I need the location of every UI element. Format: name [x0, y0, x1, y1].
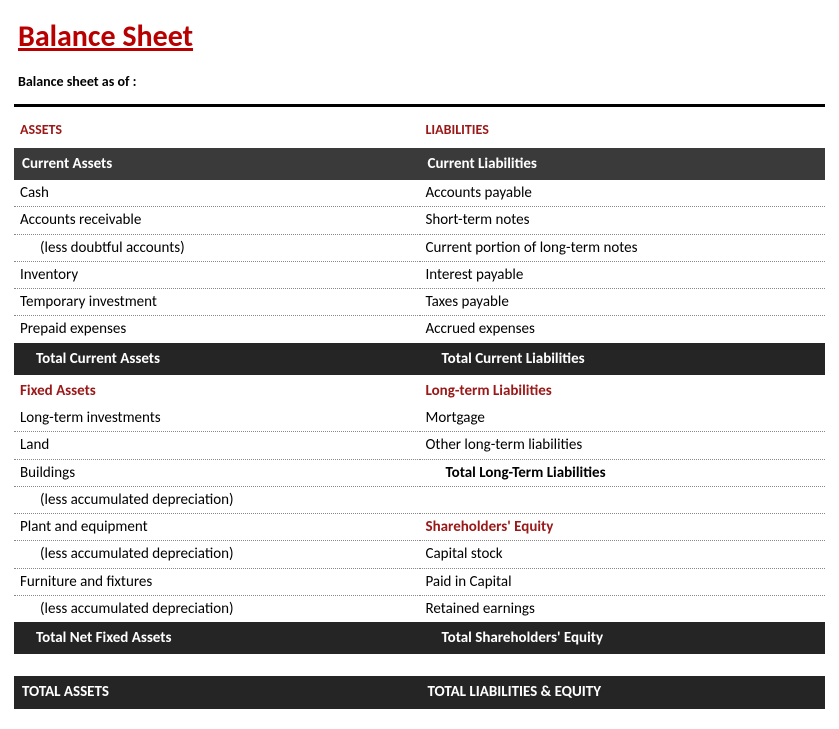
table-row: Accounts receivable: [14, 207, 420, 234]
total-current-assets: Total Current Assets: [14, 343, 420, 375]
total-liabilities-equity: TOTAL LIABILITIES & EQUITY: [420, 676, 826, 708]
balance-sheet-table: ASSETS LIABILITIES Current Assets Curren…: [14, 117, 825, 709]
table-row: Inventory: [14, 261, 420, 288]
shareholders-equity-heading: Shareholders' Equity: [420, 514, 826, 541]
table-row: Other long-term liabilities: [420, 432, 826, 459]
current-liabilities-label: Current Liabilities: [420, 148, 826, 180]
table-row: Mortgage: [420, 405, 826, 432]
longterm-liabilities-heading: Long-term Liabilities: [420, 375, 826, 405]
assets-heading: ASSETS: [14, 117, 420, 148]
table-row: Accounts payable: [420, 180, 826, 207]
table-row: Temporary investment: [14, 289, 420, 316]
table-row: Plant and equipment: [14, 514, 420, 541]
table-row: Current portion of long-term notes: [420, 234, 826, 261]
table-row: (less accumulated depreciation): [14, 595, 420, 622]
total-shareholders-equity: Total Shareholders' Equity: [420, 622, 826, 654]
current-assets-label: Current Assets: [14, 148, 420, 180]
asof-label: Balance sheet as of :: [18, 73, 825, 90]
total-current-liabilities: Total Current Liabilities: [420, 343, 826, 375]
total-assets: TOTAL ASSETS: [14, 676, 420, 708]
table-row: Furniture and fixtures: [14, 568, 420, 595]
table-row: Accrued expenses: [420, 316, 826, 343]
table-row: Long-term investments: [14, 405, 420, 432]
table-row: Short-term notes: [420, 207, 826, 234]
fixed-assets-heading: Fixed Assets: [14, 375, 420, 405]
table-row: Taxes payable: [420, 289, 826, 316]
table-row: (less doubtful accounts): [14, 234, 420, 261]
table-row: (less accumulated depreciation): [14, 541, 420, 568]
table-row: Retained earnings: [420, 595, 826, 622]
table-row: Capital stock: [420, 541, 826, 568]
divider: [14, 104, 825, 107]
table-row: Interest payable: [420, 261, 826, 288]
page-title: Balance Sheet: [18, 18, 825, 55]
total-net-fixed-assets: Total Net Fixed Assets: [14, 622, 420, 654]
table-row: (less accumulated depreciation): [14, 486, 420, 513]
liabilities-heading: LIABILITIES: [420, 117, 826, 148]
table-row: Cash: [14, 180, 420, 207]
table-row: Paid in Capital: [420, 568, 826, 595]
table-row: Land: [14, 432, 420, 459]
total-longterm-liabilities: Total Long-Term Liabilities: [420, 459, 826, 486]
table-row: [420, 486, 826, 513]
table-row: Buildings: [14, 459, 420, 486]
table-row: Prepaid expenses: [14, 316, 420, 343]
